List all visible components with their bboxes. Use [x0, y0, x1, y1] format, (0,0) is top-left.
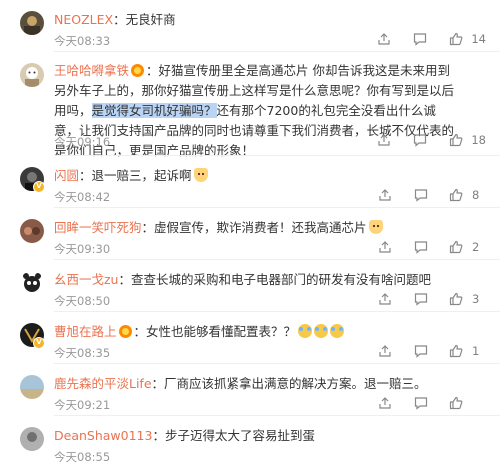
- comment-line: 闪圆：退一赔三，起诉啊: [54, 168, 208, 184]
- share-icon[interactable]: [378, 292, 392, 306]
- comment-text: 虚假宣传，欺诈消费者！还我高通芯片: [154, 220, 367, 235]
- comment-text: 厂商应该抓紧拿出满意的解决方案。退一赔三。: [164, 376, 427, 391]
- avatar[interactable]: [20, 375, 44, 399]
- comment-time: 今天08:42: [54, 190, 111, 204]
- comment-actions: 3: [360, 291, 486, 306]
- comment-icon[interactable]: [414, 240, 428, 254]
- comment-item: NEOZLEX：无良奸商 今天08:33 14: [0, 0, 500, 52]
- laughing-emoji-icon: [330, 324, 345, 338]
- comment-line: NEOZLEX：无良奸商: [54, 12, 176, 27]
- username-link[interactable]: 幺西一戈zu: [54, 272, 118, 287]
- like-icon[interactable]: [449, 396, 463, 410]
- comment-time: 今天08:55: [54, 450, 111, 464]
- comment-item: 回眸一笑吓死狗：虚假宣传，欺诈消费者！还我高通芯片 今天09:30 2: [0, 208, 500, 260]
- comment-item: V 闪圆：退一赔三，起诉啊 今天08:42 8: [0, 156, 500, 208]
- level-badge-icon: [131, 64, 145, 77]
- comment-icon[interactable]: [414, 344, 428, 358]
- verified-badge-icon: V: [33, 337, 45, 349]
- comment-text: 无良奸商: [125, 12, 176, 27]
- comment-time: 今天09:30: [54, 242, 111, 256]
- avatar[interactable]: [20, 63, 44, 87]
- like-count: 1: [472, 343, 480, 358]
- avatar[interactable]: [20, 219, 44, 243]
- comment-time: 今天09:21: [54, 398, 111, 412]
- comment-item: 王哈哈嘚拿铁 ：好猫宣传册里全是高通芯片 你却告诉我这是未来用到另外车子上的，那你…: [0, 52, 500, 158]
- avatar[interactable]: [20, 271, 44, 295]
- comment-time: 今天08:33: [54, 34, 111, 48]
- comment-actions: [360, 395, 486, 410]
- username-link[interactable]: 闪圆: [54, 168, 79, 183]
- comment-actions: 2: [360, 239, 486, 254]
- comment-actions: 14: [359, 31, 486, 46]
- share-icon[interactable]: [378, 344, 392, 358]
- highlighted-text: 是觉得女司机好骗吗？: [91, 103, 217, 118]
- like-icon[interactable]: [449, 32, 463, 46]
- comment-time: 今天08:50: [54, 294, 111, 308]
- comment-text: 女性也能够看懂配置表？？: [146, 324, 297, 339]
- comment-actions: 8: [360, 187, 486, 202]
- like-count: 14: [471, 31, 486, 46]
- like-icon[interactable]: [449, 133, 463, 147]
- like-count: 3: [472, 291, 480, 306]
- avatar[interactable]: [20, 427, 44, 451]
- username-link[interactable]: 回眸一笑吓死狗: [54, 220, 142, 235]
- share-icon[interactable]: [378, 240, 392, 254]
- share-icon[interactable]: [377, 32, 391, 46]
- like-count: 2: [472, 239, 480, 254]
- like-icon[interactable]: [449, 344, 463, 358]
- like-icon[interactable]: [449, 292, 463, 306]
- username-link[interactable]: 鹿先森的平淡Life: [54, 376, 152, 391]
- username-link[interactable]: 王哈哈嘚拿铁: [54, 63, 129, 78]
- like-count: 8: [472, 187, 480, 202]
- comment-line: 幺西一戈zu：查查长城的采购和电子电器部门的研发有没有啥问题吧: [54, 272, 432, 287]
- comment-line: 鹿先森的平淡Life：厂商应该抓紧拿出满意的解决方案。退一赔三。: [54, 376, 427, 391]
- comment-time: 今天09:16: [54, 135, 111, 149]
- share-icon[interactable]: [377, 133, 391, 147]
- comment-item: 幺西一戈zu：查查长城的采购和电子电器部门的研发有没有啥问题吧 今天08:50 …: [0, 260, 500, 312]
- username-link[interactable]: DeanShaw0113: [54, 428, 152, 443]
- verified-badge-icon: V: [33, 181, 45, 193]
- comment-item: DeanShaw0113：步子迈得太大了容易扯到蛋 今天08:55: [0, 416, 500, 464]
- comment-icon[interactable]: [414, 292, 428, 306]
- level-badge-icon: [118, 325, 132, 338]
- comment-icon[interactable]: [414, 396, 428, 410]
- share-icon[interactable]: [378, 188, 392, 202]
- comment-item: 鹿先森的平淡Life：厂商应该抓紧拿出满意的解决方案。退一赔三。 今天09:21: [0, 364, 500, 416]
- cat-emoji-icon: [368, 220, 383, 234]
- comment-time: 今天08:35: [54, 346, 111, 360]
- comment-actions: 18: [359, 132, 486, 147]
- comment-text: 查查长城的采购和电子电器部门的研发有没有啥问题吧: [131, 272, 432, 287]
- comment-line: DeanShaw0113：步子迈得太大了容易扯到蛋: [54, 428, 315, 443]
- laughing-emoji-icon: [314, 324, 329, 338]
- like-icon[interactable]: [449, 188, 463, 202]
- comment-text: 退一赔三，起诉啊: [91, 168, 192, 183]
- like-count: 18: [471, 132, 486, 147]
- cat-emoji-icon: [193, 168, 208, 182]
- username-link[interactable]: NEOZLEX: [54, 12, 113, 27]
- comment-line: 回眸一笑吓死狗：虚假宣传，欺诈消费者！还我高通芯片: [54, 220, 383, 236]
- comment-icon[interactable]: [414, 188, 428, 202]
- share-icon[interactable]: [378, 396, 392, 410]
- comment-actions: 1: [360, 343, 486, 358]
- comment-line: 曹旭在路上 ：女性也能够看懂配置表？？: [54, 324, 345, 340]
- laughing-emoji-icon: [298, 324, 313, 338]
- username-link[interactable]: 曹旭在路上: [54, 324, 117, 339]
- comment-icon[interactable]: [413, 32, 427, 46]
- like-icon[interactable]: [449, 240, 463, 254]
- avatar[interactable]: [20, 11, 44, 35]
- comment-text: 步子迈得太大了容易扯到蛋: [164, 428, 315, 443]
- comment-icon[interactable]: [413, 133, 427, 147]
- comment-item: V 曹旭在路上 ：女性也能够看懂配置表？？ 今天08:35 1: [0, 312, 500, 364]
